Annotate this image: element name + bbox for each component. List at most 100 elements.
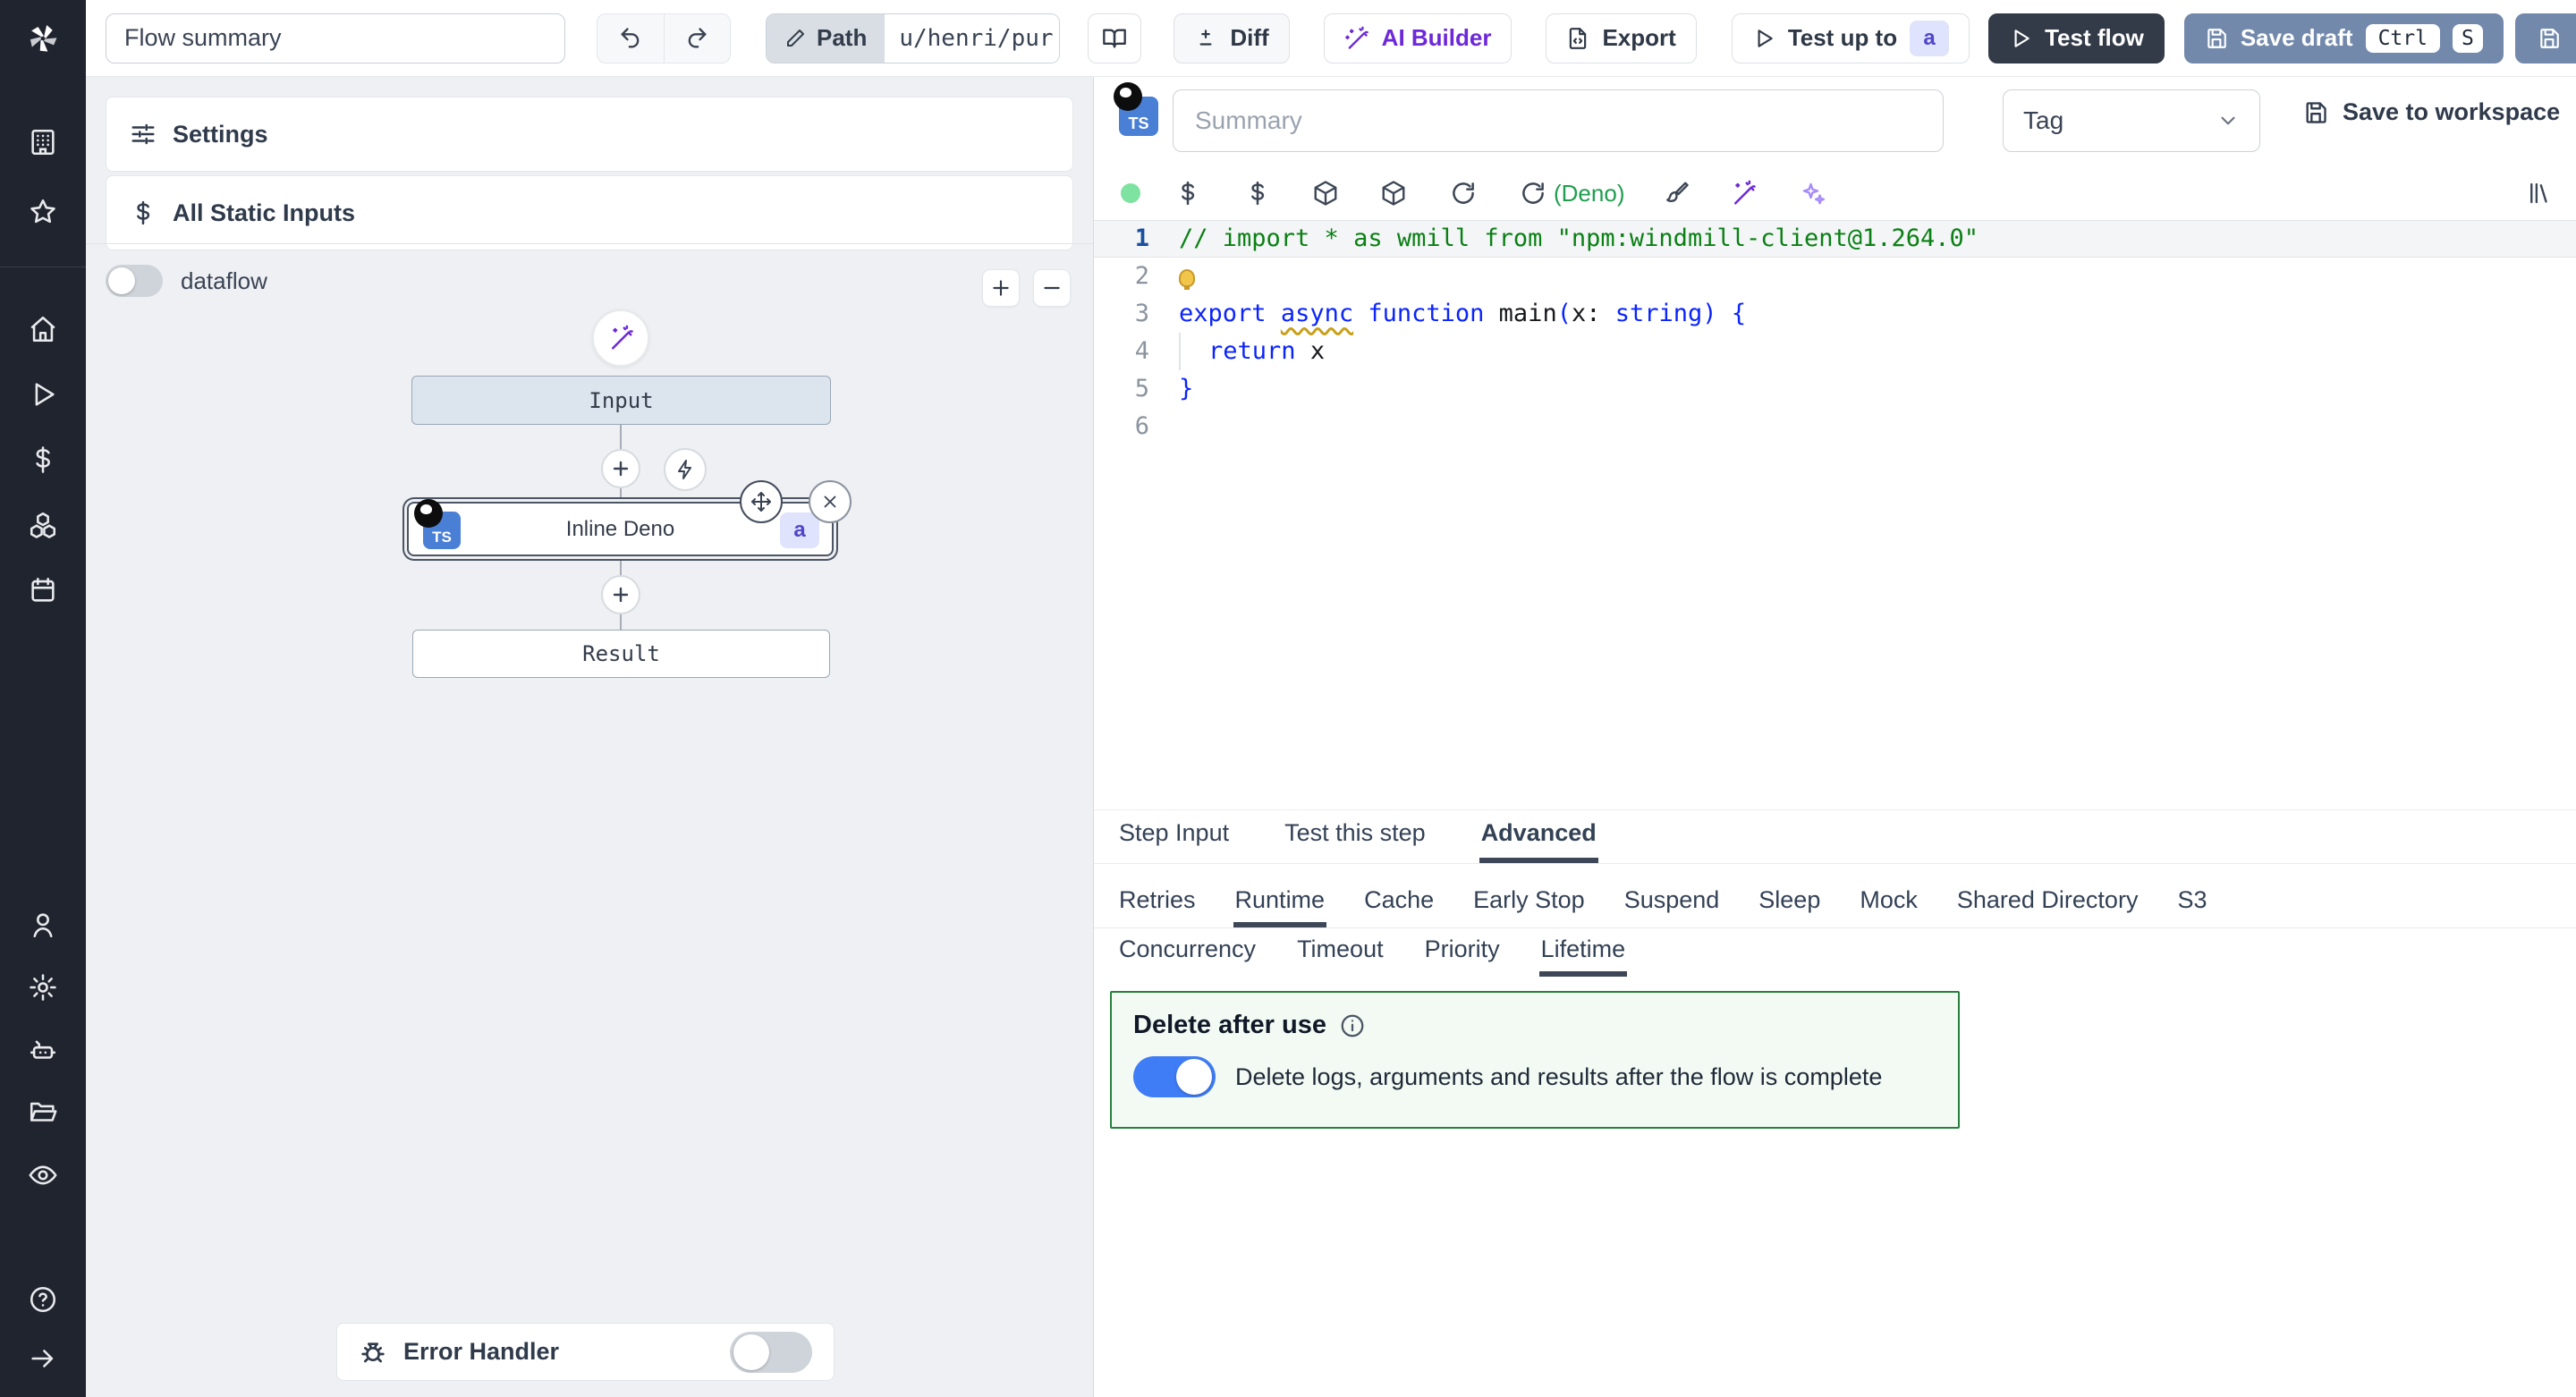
all-static-inputs-button[interactable]: All Static Inputs (106, 175, 1073, 250)
test-up-to-button[interactable]: Test up to a (1732, 13, 1970, 64)
save-to-workspace-label: Save to workspace (2343, 98, 2560, 126)
save-draft-label: Save draft (2241, 24, 2353, 52)
package-icon-2[interactable] (1380, 180, 1407, 207)
zoom-out-button[interactable] (1033, 269, 1071, 307)
sparkles-icon[interactable] (1800, 180, 1826, 207)
ai-wand-icon[interactable] (1730, 180, 1757, 207)
tab-suspend[interactable]: Suspend (1623, 886, 1722, 927)
reload-icon[interactable] (1450, 180, 1477, 207)
delete-after-use-description: Delete logs, arguments and results after… (1235, 1063, 1882, 1091)
flow-input-node[interactable]: Input (411, 376, 831, 425)
flow-summary-input[interactable] (106, 13, 565, 64)
path-label: Path (817, 24, 867, 52)
help-icon[interactable] (28, 1284, 58, 1315)
test-flow-button[interactable]: Test flow (1988, 13, 2165, 64)
ai-flow-wand-button[interactable] (592, 309, 649, 367)
code-line[interactable]: 5} (1094, 370, 2576, 408)
tab-test-this-step[interactable]: Test this step (1283, 819, 1428, 863)
step-summary-input[interactable] (1173, 89, 1944, 152)
tab-early-stop[interactable]: Early Stop (1471, 886, 1587, 927)
error-handler-card[interactable]: Error Handler (336, 1323, 835, 1381)
expand-arrow-icon[interactable] (28, 1343, 58, 1374)
variables-dollar-icon[interactable] (28, 444, 58, 475)
tab-sleep[interactable]: Sleep (1757, 886, 1822, 927)
dollar-icon (130, 199, 157, 226)
code-line[interactable]: 4return x (1094, 333, 2576, 370)
windmill-logo[interactable] (0, 0, 86, 77)
deploy-button[interactable] (2515, 13, 2576, 64)
reload-lang-icon[interactable] (1520, 180, 1546, 207)
undo-button[interactable] (597, 14, 664, 63)
save-to-workspace-button[interactable]: Save to workspace (2303, 98, 2560, 126)
top-toolbar: Path u/henri/pur Diff AI Builder Export … (86, 0, 2576, 77)
export-button[interactable]: Export (1546, 13, 1696, 64)
test-args-dollar-icon[interactable] (1174, 180, 1201, 207)
path-value[interactable]: u/henri/pur (885, 14, 1059, 63)
insert-step-button-2[interactable] (601, 575, 640, 614)
flow-graph-canvas[interactable]: dataflow Input TS Inline Deno a (86, 243, 1093, 1397)
settings-gear-icon[interactable] (28, 972, 58, 1003)
ai-builder-button[interactable]: AI Builder (1324, 13, 1513, 64)
variables-dollar-icon[interactable] (1244, 180, 1271, 207)
test-flow-label: Test flow (2045, 24, 2144, 52)
line-number: 4 (1094, 333, 1149, 370)
edge-input-to-plus (620, 425, 622, 449)
tab-s3[interactable]: S3 (2175, 886, 2208, 927)
flow-settings-label: Settings (173, 121, 268, 148)
workspace-building-icon[interactable] (28, 127, 58, 157)
tab-lifetime[interactable]: Lifetime (1539, 936, 1628, 977)
audit-eye-icon[interactable] (28, 1160, 58, 1190)
lightbulb-icon[interactable] (1179, 269, 1195, 287)
tab-retries[interactable]: Retries (1117, 886, 1198, 927)
dataflow-toggle[interactable] (106, 265, 163, 297)
ai-builder-label: AI Builder (1382, 24, 1492, 52)
tab-mock[interactable]: Mock (1858, 886, 1919, 927)
user-icon[interactable] (28, 910, 58, 940)
tab-cache[interactable]: Cache (1362, 886, 1436, 927)
library-icon[interactable] (2526, 180, 2553, 207)
code-editor[interactable]: 1// import * as wmill from "npm:windmill… (1094, 220, 2576, 809)
delete-after-use-title: Delete after use (1133, 1011, 1326, 1040)
code-line[interactable]: 6 (1094, 408, 2576, 445)
tab-runtime[interactable]: Runtime (1233, 886, 1327, 927)
workers-robot-icon[interactable] (28, 1035, 58, 1065)
diff-button[interactable]: Diff (1174, 13, 1289, 64)
package-icon[interactable] (1312, 180, 1339, 207)
delete-after-use-toggle[interactable] (1133, 1056, 1216, 1097)
resources-boxes-icon[interactable] (28, 510, 58, 540)
advanced-tabs: Retries Runtime Cache Early Stop Suspend Slee… (1094, 864, 2576, 928)
insert-step-button[interactable] (601, 449, 640, 488)
tab-step-input[interactable]: Step Input (1117, 819, 1231, 863)
favorites-star-icon[interactable] (28, 197, 58, 227)
trigger-zap-button[interactable] (664, 448, 707, 491)
delete-after-use-box: Delete after use Delete logs, arguments … (1110, 991, 1960, 1129)
tag-select[interactable]: Tag (2003, 89, 2260, 152)
error-handler-toggle[interactable] (730, 1332, 812, 1373)
tab-priority[interactable]: Priority (1423, 936, 1502, 977)
format-brush-icon[interactable] (1662, 180, 1689, 207)
tab-timeout[interactable]: Timeout (1295, 936, 1385, 977)
path-button[interactable]: Path u/henri/pur (766, 13, 1060, 64)
schedules-calendar-icon[interactable] (28, 575, 58, 605)
move-step-handle[interactable] (740, 480, 783, 523)
code-line[interactable]: 2 (1094, 258, 2576, 295)
tab-advanced[interactable]: Advanced (1479, 819, 1598, 863)
code-line[interactable]: 3export async function main(x: string) { (1094, 295, 2576, 333)
docs-button[interactable] (1088, 13, 1141, 64)
tab-shared-directory[interactable]: Shared Directory (1955, 886, 2140, 927)
tab-concurrency[interactable]: Concurrency (1117, 936, 1258, 977)
deno-lang-hint: (Deno) (1554, 180, 1624, 207)
zoom-in-button[interactable] (982, 269, 1020, 307)
runs-play-icon[interactable] (28, 379, 58, 410)
code-line[interactable]: 1// import * as wmill from "npm:windmill… (1094, 220, 2576, 258)
save-draft-button[interactable]: Save draft Ctrl S (2184, 13, 2504, 64)
flow-result-node[interactable]: Result (412, 630, 830, 678)
step-editor-panel: TS Tag Save to workspace (1093, 77, 2576, 1397)
flow-settings-button[interactable]: Settings (106, 97, 1073, 172)
status-dot-icon (1121, 183, 1140, 203)
delete-step-button[interactable] (809, 480, 852, 523)
info-icon[interactable] (1339, 1012, 1366, 1039)
redo-button[interactable] (664, 14, 731, 63)
home-icon[interactable] (28, 314, 58, 344)
folders-icon[interactable] (28, 1097, 58, 1128)
